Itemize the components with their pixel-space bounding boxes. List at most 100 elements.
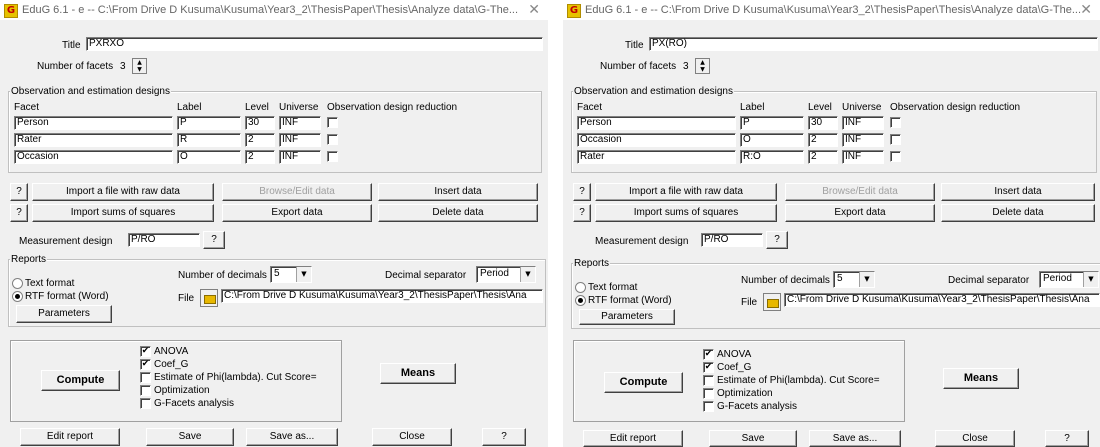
spin-down-icon[interactable]: ▼ [133,66,146,73]
title-input[interactable]: PX(RO) [649,37,1098,51]
close-button[interactable]: Close [372,428,452,446]
facet-label-input[interactable]: O [177,150,241,164]
delete-data-button[interactable]: Delete data [378,204,538,222]
chevron-down-icon[interactable]: ▼ [520,267,535,282]
save-button[interactable]: Save [709,430,797,447]
facet-label-input[interactable]: P [740,116,804,130]
help-button[interactable]: ? [573,183,591,201]
file-path-input[interactable]: C:\From Drive D Kusuma\Kusuma\Year3_2\Th… [221,289,543,303]
facets-spinner[interactable]: ▲ ▼ [695,58,710,74]
help-button[interactable]: ? [10,204,28,222]
facet-name-input[interactable]: Person [14,116,173,130]
title-input[interactable]: PXRXO [86,37,543,51]
parameters-button[interactable]: Parameters [16,305,112,323]
rtf-format-radio[interactable] [575,295,586,306]
facet-label-input[interactable]: P [177,116,241,130]
facets-spinner[interactable]: ▲ ▼ [132,58,147,74]
decimals-select[interactable]: 5 ▼ [833,271,875,288]
parameters-button[interactable]: Parameters [579,309,675,325]
close-button[interactable]: Close [935,430,1015,447]
facet-level-input[interactable]: 2 [245,133,275,147]
folder-open-icon[interactable] [200,289,218,307]
browse-edit-data-button[interactable]: Browse/Edit data [222,183,372,201]
g-facets-checkbox[interactable] [140,398,151,409]
compute-button[interactable]: Compute [41,370,120,391]
measurement-help-button[interactable]: ? [766,231,788,249]
phi-lambda-checkbox[interactable] [140,372,151,383]
text-format-radio[interactable] [12,278,23,289]
help-button[interactable]: ? [573,204,591,222]
facet-level-input[interactable]: 2 [245,150,275,164]
insert-data-button[interactable]: Insert data [941,183,1095,201]
anova-checkbox[interactable]: ✔ [140,346,151,357]
close-icon[interactable]: ✕ [1080,2,1092,18]
decimals-select[interactable]: 5 ▼ [270,266,312,283]
facet-level-input[interactable]: 30 [808,116,838,130]
spin-down-icon[interactable]: ▼ [696,66,709,73]
insert-data-button[interactable]: Insert data [378,183,538,201]
facet-level-input[interactable]: 2 [808,133,838,147]
chevron-down-icon[interactable]: ▼ [296,267,311,282]
delete-data-button[interactable]: Delete data [941,204,1095,222]
text-format-radio[interactable] [575,282,586,293]
optimization-checkbox[interactable] [703,388,714,399]
facet-universe-input[interactable]: INF [842,116,884,130]
facet-label-input[interactable]: R [177,133,241,147]
separator-select[interactable]: Period ▼ [1039,271,1099,288]
facet-label-input[interactable]: R:O [740,150,804,164]
import-raw-data-button[interactable]: Import a file with raw data [32,183,214,201]
import-sums-of-squares-button[interactable]: Import sums of squares [595,204,777,222]
optimization-checkbox[interactable] [140,385,151,396]
import-raw-data-button[interactable]: Import a file with raw data [595,183,777,201]
facet-name-input[interactable]: Occasion [14,150,173,164]
reduction-checkbox[interactable] [890,151,901,162]
facet-universe-input[interactable]: INF [842,133,884,147]
facet-level-input[interactable]: 30 [245,116,275,130]
facet-name-input[interactable]: Occasion [577,133,736,147]
save-button[interactable]: Save [146,428,234,446]
measurement-design-input[interactable]: P/RO [701,233,763,247]
coef-g-checkbox[interactable]: ✔ [703,362,714,373]
rtf-format-radio[interactable] [12,291,23,302]
facet-universe-input[interactable]: INF [279,133,321,147]
bottom-help-button[interactable]: ? [482,428,526,446]
reduction-checkbox[interactable] [327,151,338,162]
facet-level-input[interactable]: 2 [808,150,838,164]
export-data-button[interactable]: Export data [785,204,935,222]
bottom-help-button[interactable]: ? [1045,430,1089,447]
anova-checkbox[interactable]: ✔ [703,349,714,360]
reduction-checkbox[interactable] [890,117,901,128]
compute-button[interactable]: Compute [604,372,683,393]
reduction-checkbox[interactable] [327,134,338,145]
spin-up-icon[interactable]: ▲ [696,59,709,66]
separator-select[interactable]: Period ▼ [476,266,536,283]
measurement-help-button[interactable]: ? [203,231,225,249]
chevron-down-icon[interactable]: ▼ [859,272,874,287]
coef-g-checkbox[interactable]: ✔ [140,359,151,370]
close-icon[interactable]: ✕ [528,2,540,18]
facet-universe-input[interactable]: INF [279,150,321,164]
facet-name-input[interactable]: Rater [14,133,173,147]
save-as-button[interactable]: Save as... [246,428,338,446]
reduction-checkbox[interactable] [327,117,338,128]
help-button[interactable]: ? [10,183,28,201]
edit-report-button[interactable]: Edit report [583,430,683,447]
save-as-button[interactable]: Save as... [809,430,901,447]
spin-up-icon[interactable]: ▲ [133,59,146,66]
g-facets-checkbox[interactable] [703,401,714,412]
import-sums-of-squares-button[interactable]: Import sums of squares [32,204,214,222]
file-path-input[interactable]: C:\From Drive D Kusuma\Kusuma\Year3_2\Th… [784,293,1100,307]
facet-name-input[interactable]: Person [577,116,736,130]
facet-universe-input[interactable]: INF [279,116,321,130]
reduction-checkbox[interactable] [890,134,901,145]
export-data-button[interactable]: Export data [222,204,372,222]
measurement-design-input[interactable]: P/RO [128,233,200,247]
folder-open-icon[interactable] [763,293,781,311]
facet-label-input[interactable]: O [740,133,804,147]
means-button[interactable]: Means [943,368,1019,389]
phi-lambda-checkbox[interactable] [703,375,714,386]
edit-report-button[interactable]: Edit report [20,428,120,446]
chevron-down-icon[interactable]: ▼ [1083,272,1098,287]
facet-universe-input[interactable]: INF [842,150,884,164]
facet-name-input[interactable]: Rater [577,150,736,164]
